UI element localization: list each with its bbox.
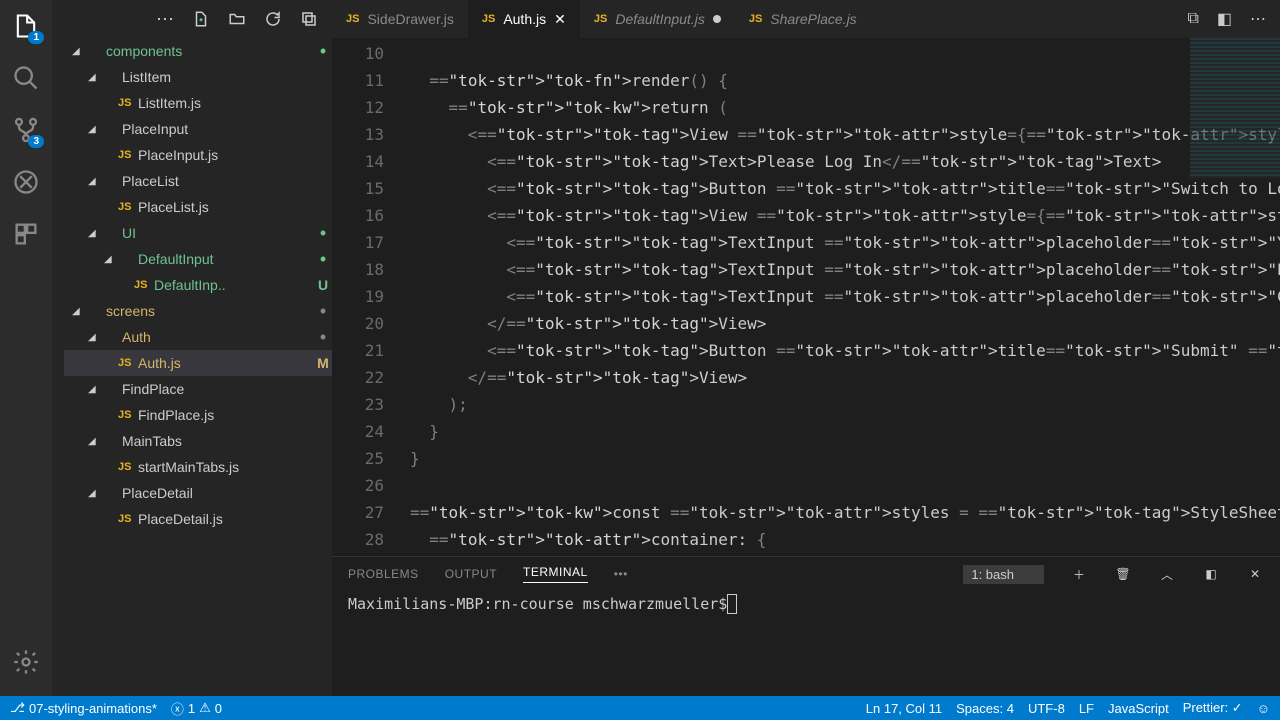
dirty-icon	[713, 15, 721, 23]
tab-bar: JSSideDrawer.jsJSAuth.js✕JSDefaultInput.…	[332, 0, 1280, 38]
folder-listitem[interactable]: ◢ListItem	[64, 64, 332, 90]
folder-defaultinput[interactable]: ◢DefaultInput•	[64, 246, 332, 272]
panel-tab-problems[interactable]: PROBLEMS	[348, 567, 419, 581]
tab-auth-js[interactable]: JSAuth.js✕	[468, 0, 580, 38]
explorer-header: ⋯	[52, 0, 332, 38]
terminal-kill-icon[interactable]: 🗑	[1114, 567, 1132, 581]
status-feedback-icon[interactable]: ☺	[1257, 700, 1270, 716]
search-icon[interactable]	[12, 64, 40, 92]
refresh-icon[interactable]	[264, 10, 282, 28]
status-errors[interactable]: ⓧ 1 ⚠ 0	[171, 699, 222, 718]
source-control-icon[interactable]: 3	[12, 116, 40, 144]
tab-sidedrawer-js[interactable]: JSSideDrawer.js	[332, 0, 468, 38]
status-eol[interactable]: LF	[1079, 700, 1094, 716]
explorer-sidebar: ⋯ ◢components•◢ListItemJSListItem.js◢Pla…	[52, 0, 332, 696]
scm-badge: 3	[28, 135, 44, 148]
new-file-icon[interactable]	[192, 10, 210, 28]
terminal-prompt: Maximilians-MBP:rn-course mschwarzmuelle…	[348, 595, 727, 613]
folder-ui[interactable]: ◢UI•	[64, 220, 332, 246]
file-defaultinp-[interactable]: JSDefaultInp..U	[64, 272, 332, 298]
new-folder-icon[interactable]	[228, 10, 246, 28]
panel-tab-more-icon[interactable]: •••	[614, 567, 628, 581]
terminal-selector[interactable]: 1: bash	[963, 565, 1044, 584]
folder-placeinput[interactable]: ◢PlaceInput	[64, 116, 332, 142]
file-findplace-js[interactable]: JSFindPlace.js	[64, 402, 332, 428]
compare-icon[interactable]: ⧉	[1187, 10, 1198, 28]
editor-body[interactable]: 10111213141516171819202122232425262728 =…	[332, 38, 1280, 556]
panel-tab-output[interactable]: OUTPUT	[445, 567, 497, 581]
file-startmaintabs-js[interactable]: JSstartMainTabs.js	[64, 454, 332, 480]
status-prettier[interactable]: Prettier: ✓	[1183, 700, 1243, 716]
terminal-new-icon[interactable]: ＋	[1070, 566, 1088, 583]
folder-components[interactable]: ◢components•	[64, 38, 332, 64]
activity-bar: 1 3	[0, 0, 52, 696]
explorer-badge: 1	[28, 31, 44, 44]
extensions-icon[interactable]	[12, 220, 40, 248]
status-language[interactable]: JavaScript	[1108, 700, 1169, 716]
folder-placelist[interactable]: ◢PlaceList	[64, 168, 332, 194]
collapse-icon[interactable]	[300, 10, 318, 28]
panel-tabs: PROBLEMS OUTPUT TERMINAL ••• 1: bash ＋ 🗑…	[332, 557, 1280, 591]
file-placedetail-js[interactable]: JSPlaceDetail.js	[64, 506, 332, 532]
gutter: 10111213141516171819202122232425262728	[332, 38, 410, 556]
more-actions-icon[interactable]: ⋯	[1250, 9, 1266, 29]
tab-defaultinput-js[interactable]: JSDefaultInput.js	[580, 0, 735, 38]
terminal[interactable]: Maximilians-MBP:rn-course mschwarzmuelle…	[332, 591, 1280, 696]
file-placelist-js[interactable]: JSPlaceList.js	[64, 194, 332, 220]
explorer-icon[interactable]: 1	[12, 12, 40, 40]
file-listitem-js[interactable]: JSListItem.js	[64, 90, 332, 116]
minimap[interactable]	[1190, 38, 1280, 178]
panel-tab-terminal[interactable]: TERMINAL	[523, 565, 588, 583]
folder-screens[interactable]: ◢screens•	[64, 298, 332, 324]
status-spaces[interactable]: Spaces: 4	[956, 700, 1014, 716]
status-encoding[interactable]: UTF-8	[1028, 700, 1065, 716]
split-editor-icon[interactable]: ◧	[1217, 9, 1232, 29]
more-icon[interactable]: ⋯	[156, 9, 174, 30]
folder-findplace[interactable]: ◢FindPlace	[64, 376, 332, 402]
settings-icon[interactable]	[12, 648, 40, 676]
code-area[interactable]: =="tok-str">"tok-fn">render() { =="tok-s…	[410, 38, 1280, 556]
panel-maximize-icon[interactable]: ︿	[1158, 566, 1176, 583]
panel-close-icon[interactable]: ✕	[1246, 567, 1264, 581]
bottom-panel: PROBLEMS OUTPUT TERMINAL ••• 1: bash ＋ 🗑…	[332, 556, 1280, 696]
folder-auth[interactable]: ◢Auth•	[64, 324, 332, 350]
panel-split-icon[interactable]: ◧	[1202, 567, 1220, 581]
file-auth-js[interactable]: JSAuth.jsM	[64, 350, 332, 376]
folder-maintabs[interactable]: ◢MainTabs	[64, 428, 332, 454]
file-tree: ◢components•◢ListItemJSListItem.js◢Place…	[52, 38, 332, 532]
tab-shareplace-js[interactable]: JSSharePlace.js	[735, 0, 871, 38]
status-bar: ⎇ 07-styling-animations* ⓧ 1 ⚠ 0 Ln 17, …	[0, 696, 1280, 720]
folder-placedetail[interactable]: ◢PlaceDetail	[64, 480, 332, 506]
status-branch[interactable]: ⎇ 07-styling-animations*	[10, 700, 157, 716]
debug-icon[interactable]	[12, 168, 40, 196]
file-placeinput-js[interactable]: JSPlaceInput.js	[64, 142, 332, 168]
status-cursor[interactable]: Ln 17, Col 11	[866, 700, 942, 716]
close-icon[interactable]: ✕	[554, 11, 566, 28]
editor-area: JSSideDrawer.jsJSAuth.js✕JSDefaultInput.…	[332, 0, 1280, 696]
